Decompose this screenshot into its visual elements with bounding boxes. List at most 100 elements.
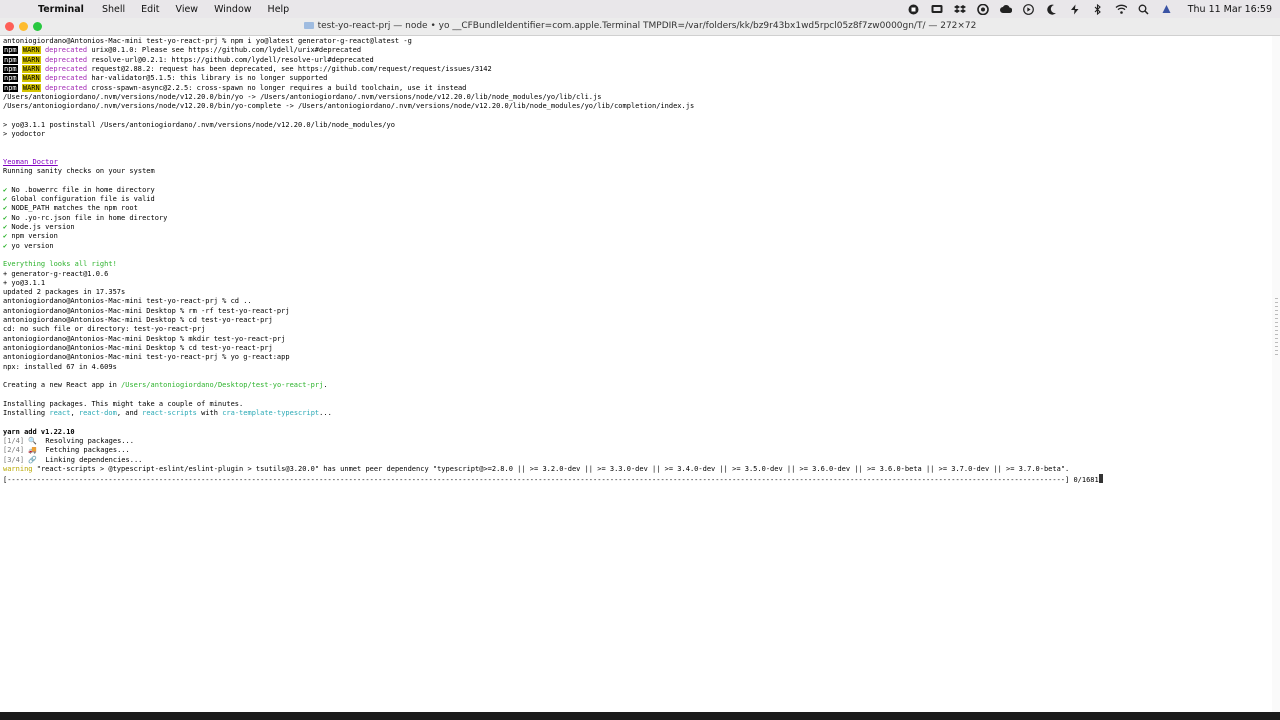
record-icon[interactable] bbox=[908, 3, 920, 15]
terminal-line: Creating a new React app in /Users/anton… bbox=[3, 381, 328, 390]
terminal-line: [---------------------------------------… bbox=[3, 474, 1103, 484]
terminal-line: antoniogiordano@Antonios-Mac-mini Deskto… bbox=[3, 316, 273, 325]
terminal-text: npm bbox=[3, 55, 18, 64]
terminal-text: yo version bbox=[7, 241, 54, 250]
terminal-text: react-dom bbox=[78, 409, 117, 417]
terminal-text: antoniogiordano@Antonios-Mac-mini test-y… bbox=[3, 37, 412, 45]
menu-bar: Terminal Shell Edit View Window Help Thu… bbox=[0, 0, 1280, 18]
terminal-text: cross-spawn-async@2.2.5: cross-spawn no … bbox=[87, 83, 467, 92]
terminal-line: ✔ yo version bbox=[3, 242, 54, 251]
menu-shell[interactable]: Shell bbox=[102, 4, 125, 15]
creative-cloud-icon[interactable] bbox=[976, 3, 989, 15]
screen-mirroring-icon[interactable] bbox=[931, 3, 943, 15]
terminal-text: antoniogiordano@Antonios-Mac-mini test-y… bbox=[3, 353, 290, 362]
terminal-line: antoniogiordano@Antonios-Mac-mini test-y… bbox=[3, 297, 252, 306]
terminal-line: warning "react-scripts > @typescript-esl… bbox=[3, 465, 1069, 474]
moon-icon[interactable] bbox=[1046, 3, 1058, 15]
terminal-line: + generator-g-react@1.0.6 bbox=[3, 270, 108, 279]
terminal-text: antoniogiordano@Antonios-Mac-mini Deskto… bbox=[3, 316, 273, 324]
terminal-text: Node.js version bbox=[7, 223, 75, 231]
terminal-line: antoniogiordano@Antonios-Mac-mini Deskto… bbox=[3, 335, 285, 344]
terminal-text: Creating a new React app in bbox=[3, 381, 122, 390]
battery-icon[interactable] bbox=[1069, 3, 1081, 15]
terminal-text: cra-template-typescript bbox=[222, 409, 320, 417]
terminal-text: + yo@3.1.1 bbox=[3, 278, 46, 287]
zoom-button[interactable] bbox=[33, 22, 42, 31]
window-title-text: test-yo-react-prj — node • yo __CFBundle… bbox=[317, 21, 977, 31]
bluetooth-icon[interactable] bbox=[1092, 3, 1104, 15]
terminal-line: antoniogiordano@Antonios-Mac-mini Deskto… bbox=[3, 307, 290, 316]
minimize-button[interactable] bbox=[19, 22, 28, 31]
terminal-line: ✔ No .yo-rc.json file in home directory bbox=[3, 214, 167, 223]
terminal-text: deprecated bbox=[44, 64, 88, 73]
dropbox-icon[interactable] bbox=[953, 3, 966, 15]
terminal-text: Installing packages. This might take a c… bbox=[3, 399, 244, 408]
window-titlebar[interactable]: test-yo-react-prj — node • yo __CFBundle… bbox=[0, 18, 1280, 36]
terminal-line: + yo@3.1.1 bbox=[3, 279, 45, 288]
terminal-text: react bbox=[49, 409, 71, 417]
traffic-lights bbox=[5, 22, 42, 31]
terminal-text: WARN bbox=[21, 74, 41, 83]
terminal-line: Yeoman Doctor bbox=[3, 158, 58, 167]
terminal-scrollbar[interactable] bbox=[1272, 36, 1280, 712]
terminal-text: [1/4] bbox=[3, 436, 25, 445]
terminal-line: npx: installed 67 in 4.609s bbox=[3, 363, 117, 372]
terminal-text: Global configuration file is valid bbox=[7, 195, 155, 204]
terminal-text: 🔗 Linking dependencies... bbox=[24, 455, 143, 464]
menu-view[interactable]: View bbox=[176, 4, 199, 15]
user-icon[interactable] bbox=[1161, 3, 1173, 15]
menu-help[interactable]: Help bbox=[268, 4, 290, 15]
terminal-line: [2/4] 🚚 Fetching packages... bbox=[3, 446, 130, 455]
terminal-text: [2/4] bbox=[3, 446, 25, 455]
terminal-line: ✔ Global configuration file is valid bbox=[3, 195, 155, 204]
menu-window[interactable]: Window bbox=[214, 4, 251, 15]
terminal-text: No .yo-rc.json file in home directory bbox=[7, 213, 168, 222]
terminal-line: antoniogiordano@Antonios-Mac-mini test-y… bbox=[3, 37, 412, 46]
terminal-text: WARN bbox=[21, 46, 41, 55]
close-button[interactable] bbox=[5, 22, 14, 31]
terminal-text: . bbox=[323, 381, 328, 390]
terminal-text: Everything looks all right! bbox=[3, 260, 117, 269]
menubar-clock[interactable]: Thu 11 Mar 16:59 bbox=[1188, 4, 1272, 15]
cloud-icon[interactable] bbox=[999, 3, 1012, 15]
terminal-line: > yodoctor bbox=[3, 130, 45, 139]
play-icon[interactable] bbox=[1023, 3, 1035, 15]
terminal-line: ✔ Node.js version bbox=[3, 223, 75, 232]
terminal-line: Installing react, react-dom, and react-s… bbox=[3, 409, 332, 418]
terminal-text: , and bbox=[116, 409, 143, 417]
terminal-text: antoniogiordano@Antonios-Mac-mini Deskto… bbox=[3, 334, 286, 343]
terminal-line: ✔ No .bowerrc file in home directory bbox=[3, 186, 155, 195]
terminal-text: [3/4] bbox=[3, 455, 25, 464]
terminal-text: 🔍 Resolving packages... bbox=[24, 436, 134, 445]
search-icon[interactable] bbox=[1138, 3, 1150, 15]
terminal-text: warning bbox=[3, 464, 33, 473]
folder-icon bbox=[303, 22, 314, 29]
terminal-text: with bbox=[196, 409, 223, 417]
terminal-text: cd: no such file or directory: test-yo-r… bbox=[3, 325, 206, 334]
menu-terminal[interactable]: Terminal bbox=[38, 4, 84, 15]
terminal-line: ✔ NODE_PATH matches the npm root bbox=[3, 204, 138, 213]
wifi-icon[interactable] bbox=[1115, 3, 1127, 15]
terminal-line: npm WARN deprecated cross-spawn-async@2.… bbox=[3, 83, 467, 93]
terminal-text: deprecated bbox=[44, 74, 88, 83]
terminal-text: antoniogiordano@Antonios-Mac-mini Deskto… bbox=[3, 343, 273, 352]
terminal-output[interactable]: antoniogiordano@Antonios-Mac-mini test-y… bbox=[0, 36, 1272, 712]
terminal-line: Installing packages. This might take a c… bbox=[3, 400, 243, 409]
terminal-text: + generator-g-react@1.0.6 bbox=[3, 269, 109, 278]
terminal-line: [3/4] 🔗 Linking dependencies... bbox=[3, 456, 142, 465]
terminal-text: Yeoman Doctor bbox=[3, 157, 58, 166]
terminal-text: WARN bbox=[21, 83, 41, 92]
terminal-text: WARN bbox=[21, 64, 41, 73]
menu-edit[interactable]: Edit bbox=[141, 4, 159, 15]
terminal-line: npm WARN deprecated request@2.88.2: requ… bbox=[3, 64, 492, 74]
terminal-text: deprecated bbox=[44, 83, 88, 92]
terminal-text: NODE_PATH matches the npm root bbox=[7, 204, 138, 213]
terminal-text: har-validator@5.1.5: this library is no … bbox=[87, 74, 328, 83]
terminal-text: request@2.88.2: request has been depreca… bbox=[87, 64, 492, 73]
terminal-text: npm bbox=[3, 74, 18, 83]
terminal-text: urix@0.1.0: Please see https://github.co… bbox=[87, 46, 362, 55]
terminal-line: yarn add v1.22.10 bbox=[3, 428, 75, 437]
terminal-text: resolve-url@0.2.1: https://github.com/ly… bbox=[87, 55, 374, 64]
terminal-line: /Users/antoniogiordano/.nvm/versions/nod… bbox=[3, 93, 601, 102]
terminal-text: antoniogiordano@Antonios-Mac-mini Deskto… bbox=[3, 306, 290, 315]
